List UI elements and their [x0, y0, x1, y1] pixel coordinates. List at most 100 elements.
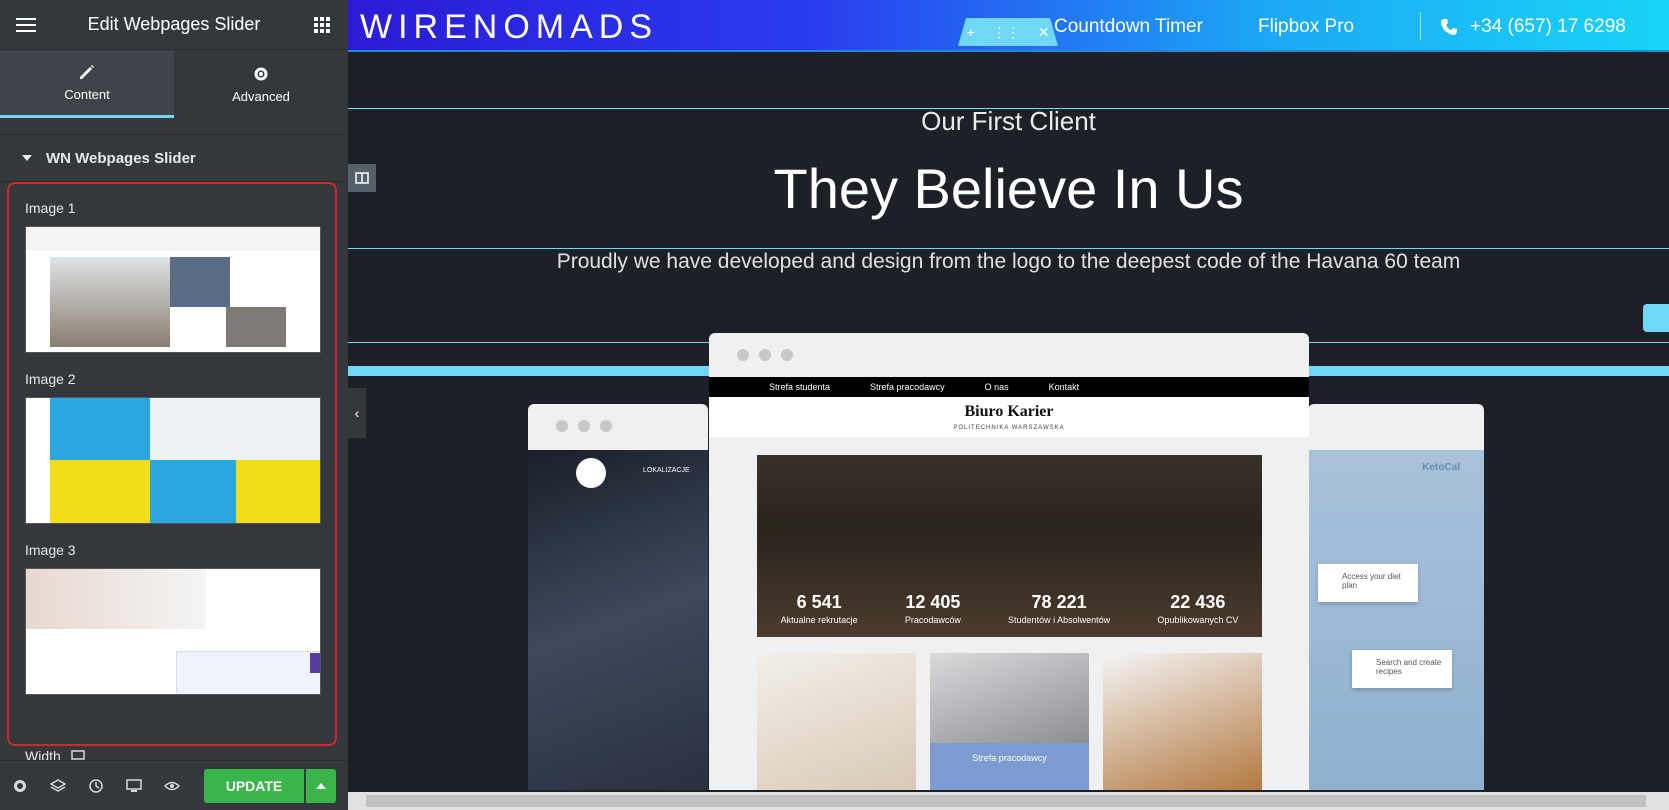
nav-divider — [1420, 12, 1421, 40]
site-header: WIRENOMADS + ⋮⋮ ✕ Countdown Timer Flipbo… — [348, 0, 1669, 52]
right-slide-bg — [1308, 450, 1484, 790]
preview-brand-sub: POLITECHNIKA WARSZAWSKA — [953, 425, 1065, 431]
preview-stats: 6 541 Aktualne rekrutacje 12 405 Pracodawc… — [757, 592, 1262, 625]
thumb-header — [26, 227, 320, 251]
add-section-icon[interactable]: + — [967, 24, 975, 40]
edit-widget-icon[interactable] — [1643, 304, 1669, 332]
editor-panel: Edit Webpages Slider Content Advanced WN… — [0, 0, 348, 810]
preview-brand: Biuro Karier POLITECHNIKA WARSZAWSKA — [709, 397, 1309, 437]
phone-icon — [1441, 19, 1457, 35]
stat-number: 22 436 — [1170, 592, 1226, 612]
stat-item: 22 436 Opublikowanych CV — [1157, 592, 1238, 625]
layers-icon[interactable] — [50, 778, 66, 794]
stat-label: Aktualne rekrutacje — [780, 615, 858, 625]
preview-card-employer: Strefa pracodawcy — [930, 653, 1089, 790]
preview-nav-item: Strefa pracodawcy — [870, 382, 945, 392]
menu-icon[interactable] — [14, 13, 38, 37]
stat-item: 12 405 Pracodawców — [905, 592, 961, 625]
image-gallery: Image 1 Image 2 Image 3 — [7, 182, 337, 746]
phone-link[interactable]: +34 (657) 17 6298 — [1440, 16, 1626, 38]
preview-nav-item: O nas — [984, 382, 1009, 392]
preview-nav-item: Strefa studenta — [769, 382, 831, 392]
drag-handle-icon[interactable]: ⋮⋮ — [992, 24, 1020, 41]
gear-icon — [254, 67, 268, 80]
recipes-bubble: Search and create recipes — [1352, 650, 1452, 688]
left-slide-logo — [576, 458, 606, 488]
tile — [236, 460, 320, 523]
image-2-thumbnail[interactable] — [25, 397, 321, 524]
preview-eye-icon[interactable] — [164, 778, 180, 794]
caret-down-icon — [22, 155, 32, 161]
stat-item: 6 541 Aktualne rekrutacje — [781, 592, 858, 625]
horizontal-scrollbar[interactable] — [348, 792, 1669, 810]
preview-brand-name: Biuro Karier — [964, 403, 1054, 420]
settings-icon[interactable] — [12, 778, 28, 794]
panel-tabs: Content Advanced — [0, 50, 348, 118]
phone-number: +34 (657) 17 6298 — [1470, 16, 1626, 37]
history-icon[interactable] — [88, 778, 104, 794]
widgets-grid-icon[interactable] — [310, 13, 334, 37]
responsive-icon[interactable] — [126, 778, 142, 794]
section-tools: + ⋮⋮ ✕ — [958, 18, 1058, 46]
panel-footer: UPDATE — [0, 760, 348, 810]
slide-left[interactable]: LOKALIZACJE — [528, 404, 708, 790]
laptop-photo — [930, 653, 1089, 743]
stat-number: 12 405 — [905, 592, 961, 612]
preview-card-bag — [1103, 653, 1262, 790]
tab-advanced-label: Advanced — [232, 88, 290, 104]
section-toggle[interactable]: WN Webpages Slider — [0, 134, 348, 182]
caret-up-icon — [316, 783, 326, 789]
office-photo — [50, 257, 170, 347]
preview-site-nav: Strefa studenta Strefa pracodawcy O nas … — [709, 377, 1309, 397]
image-1-label: Image 1 — [25, 200, 76, 216]
left-slide-nav: LOKALIZACJE — [643, 467, 690, 474]
collapse-panel-button[interactable]: ‹ — [348, 388, 366, 438]
image-1-thumbnail[interactable] — [25, 226, 321, 353]
stat-label: Pracodawców — [904, 615, 961, 625]
hands-photo — [26, 569, 206, 629]
section-title: WN Webpages Slider — [46, 149, 196, 167]
nav-countdown-timer[interactable]: Countdown Timer — [1054, 16, 1203, 38]
section-outline — [348, 248, 1669, 249]
hero-headline: They Believe In Us — [773, 157, 1244, 220]
scrollbar-thumb[interactable] — [366, 795, 1646, 807]
tile — [150, 460, 236, 523]
browser-dots — [528, 404, 708, 448]
image-2-label: Image 2 — [25, 371, 76, 387]
panel-header: Edit Webpages Slider — [0, 0, 348, 50]
slide-right[interactable]: KetoCal Access your diet plan Search and… — [1308, 404, 1484, 790]
accent-block — [310, 653, 320, 673]
right-slide-brand: KetoCal — [1422, 462, 1460, 473]
photo — [170, 257, 230, 307]
stat-number: 6 541 — [796, 592, 842, 612]
nav-flipbox-pro[interactable]: Flipbox Pro — [1258, 16, 1354, 38]
stat-label: Studentów i Absolwentów — [1008, 615, 1111, 625]
left-slide-photo — [528, 450, 708, 790]
slide-center[interactable]: Strefa studenta Strefa pracodawcy O nas … — [709, 333, 1309, 790]
hero-description: Proudly we have developed and design fro… — [556, 250, 1461, 273]
preview-nav-item: Kontakt — [1048, 382, 1080, 392]
pencil-icon — [80, 65, 94, 79]
column-handle-icon[interactable] — [348, 164, 376, 192]
tab-content[interactable]: Content — [0, 50, 174, 118]
browser-dots — [709, 333, 1309, 377]
preview-card-photo — [757, 653, 916, 790]
update-options-button[interactable] — [306, 769, 336, 803]
panel-title: Edit Webpages Slider — [87, 14, 261, 34]
update-button[interactable]: UPDATE — [204, 769, 304, 803]
site-logo[interactable]: WIRENOMADS — [360, 8, 658, 47]
image-3-label: Image 3 — [25, 542, 76, 558]
tile — [50, 398, 150, 460]
tile — [150, 398, 320, 460]
hero-section: Our First Client They Believe In Us Prou… — [348, 54, 1669, 366]
editor-app: Edit Webpages Slider Content Advanced WN… — [0, 0, 1669, 810]
photo — [226, 307, 286, 347]
tab-advanced[interactable]: Advanced — [174, 50, 348, 118]
close-icon[interactable]: ✕ — [1038, 24, 1050, 41]
image-3-thumbnail[interactable] — [25, 568, 321, 695]
tab-content-label: Content — [64, 87, 110, 102]
card-label: Strefa pracodawcy — [972, 753, 1047, 763]
preview-canvas: WIRENOMADS + ⋮⋮ ✕ Countdown Timer Flipbo… — [348, 0, 1669, 810]
stat-label: Opublikowanych CV — [1157, 615, 1239, 625]
planner-mockup — [176, 651, 320, 694]
